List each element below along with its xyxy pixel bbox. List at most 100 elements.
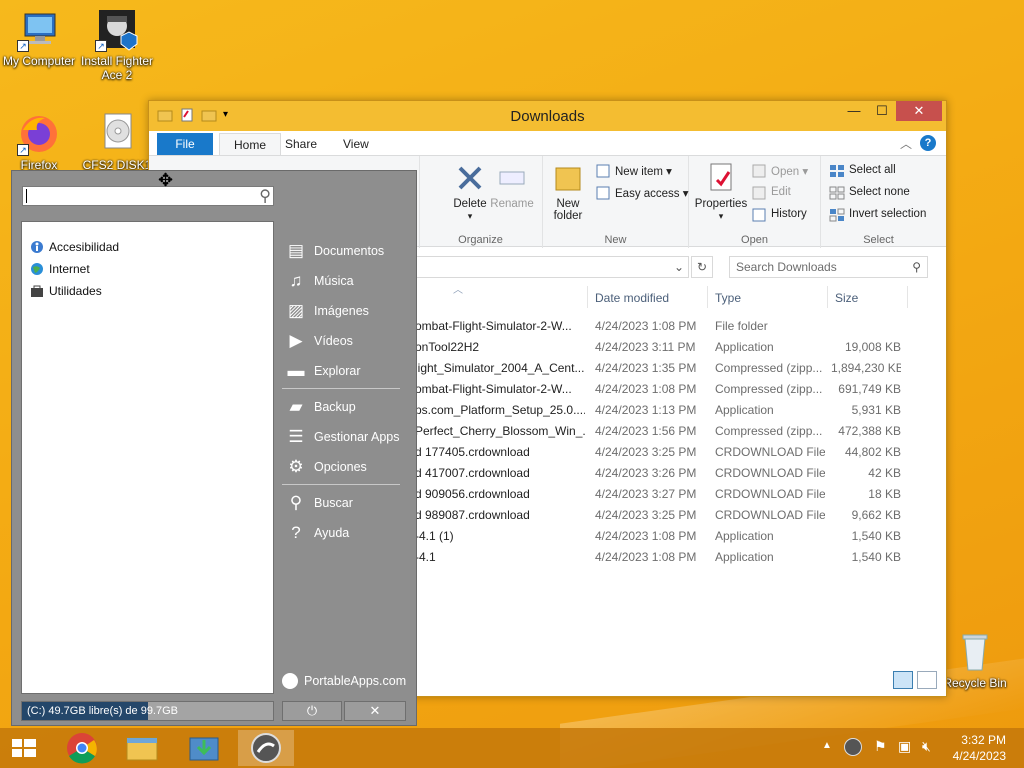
- edit-button[interactable]: Edit: [751, 186, 791, 200]
- taskbar-portableapps[interactable]: [238, 730, 294, 766]
- new-item-button[interactable]: New item ▾: [595, 164, 672, 178]
- chrome-icon: [67, 733, 97, 764]
- large-icons-view-button[interactable]: [917, 671, 937, 689]
- close-menu-button[interactable]: ✕: [344, 701, 406, 721]
- desktop-icon-recycle-bin[interactable]: Recycle Bin: [936, 630, 1014, 690]
- refresh-button[interactable]: ↻: [691, 256, 713, 278]
- refresh-icon: ↻: [696, 260, 708, 274]
- file-type: CRDOWNLOAD File: [715, 508, 825, 522]
- menu-divider: [282, 388, 400, 389]
- pa-search-input[interactable]: ⚲: [22, 186, 274, 206]
- search-icon[interactable]: ⚲: [259, 186, 271, 206]
- open-icon: [751, 164, 767, 178]
- file-row[interactable]: d 417007.crdownload 4/24/2023 3:26 PM CRDO…: [411, 463, 911, 484]
- pa-link-backup[interactable]: ▰ Backup: [284, 396, 356, 418]
- pa-link-search[interactable]: ⚲ Buscar: [284, 492, 353, 514]
- details-view-button[interactable]: [893, 671, 913, 689]
- maximize-button[interactable]: ☐: [868, 101, 896, 121]
- folder-icon: [552, 162, 584, 194]
- column-date-modified[interactable]: Date modified: [595, 288, 669, 308]
- portableapps-icon: [251, 733, 281, 763]
- taskbar-file-explorer[interactable]: [114, 730, 170, 766]
- file-name: d 989087.crdownload: [415, 508, 530, 522]
- pa-link-help[interactable]: ? Ayuda: [284, 522, 349, 544]
- file-row[interactable]: d 989087.crdownload 4/24/2023 3:25 PM CRDO…: [411, 505, 911, 526]
- power-button[interactable]: ⏻: [282, 701, 342, 721]
- minimize-button[interactable]: —: [840, 101, 868, 121]
- videos-icon: ▶: [289, 331, 303, 350]
- rename-button[interactable]: Rename: [487, 162, 537, 210]
- desktop-icon-cfs2-disk[interactable]: CFS2 DISK1: [78, 112, 156, 172]
- group-label-open: Open: [741, 234, 768, 246]
- file-size: 472,388 KB: [838, 424, 901, 438]
- file-row[interactable]: onTool22H2 4/24/2023 3:11 PM Application 19…: [411, 337, 911, 358]
- file-row[interactable]: -4.1 (1) 4/24/2023 1:08 PM Application 1,54…: [411, 526, 911, 547]
- pa-link-videos[interactable]: ▶ Vídeos: [284, 330, 352, 352]
- file-row[interactable]: -4.1 4/24/2023 1:08 PM Application 1,540 KB: [411, 547, 911, 568]
- pa-link-manage-apps[interactable]: ☰ Gestionar Apps: [284, 426, 399, 448]
- chevron-down-icon[interactable]: ⌄: [674, 257, 684, 277]
- select-none-icon: [829, 186, 845, 200]
- category-utilidades[interactable]: Utilidades: [30, 281, 102, 301]
- close-button[interactable]: ✕: [896, 101, 942, 121]
- flag-icon[interactable]: ⚑: [874, 738, 887, 755]
- taskbar-app[interactable]: [176, 730, 232, 766]
- collapse-ribbon-icon[interactable]: ︿: [900, 135, 912, 152]
- file-type: File folder: [715, 319, 768, 333]
- select-none-button[interactable]: Select none: [829, 186, 910, 200]
- desktop-icon-install-fighter-ace[interactable]: ↗ Install Fighter Ace 2: [78, 8, 156, 82]
- properties-button[interactable]: Properties ▾: [693, 162, 749, 222]
- open-button[interactable]: Open ▾: [751, 164, 808, 178]
- pa-link-label: Backup: [314, 400, 356, 414]
- tab-share[interactable]: Share: [271, 133, 331, 155]
- desktop-icon-firefox[interactable]: ↗ Firefox: [0, 112, 78, 172]
- file-date: 4/24/2023 1:08 PM: [595, 382, 697, 396]
- invert-selection-button[interactable]: Invert selection: [829, 208, 926, 222]
- new-folder-button[interactable]: New folder: [543, 162, 593, 222]
- tab-file[interactable]: File: [157, 133, 213, 155]
- documents-icon: ▤: [287, 241, 305, 260]
- pa-link-pictures[interactable]: ▨ Imágenes: [284, 300, 369, 322]
- accessibility-icon: [30, 240, 44, 254]
- start-button[interactable]: [0, 730, 48, 766]
- pa-link-explore[interactable]: ▬ Explorar: [284, 360, 361, 382]
- select-all-button[interactable]: Select all: [829, 164, 896, 177]
- show-hidden-icons-icon[interactable]: ▲: [822, 740, 832, 751]
- file-date: 4/24/2023 3:25 PM: [595, 445, 697, 459]
- easy-access-icon: [595, 186, 611, 200]
- network-icon[interactable]: ▣: [898, 738, 911, 755]
- taskbar-chrome[interactable]: [54, 730, 110, 766]
- edit-icon: [751, 186, 767, 200]
- history-button[interactable]: History: [751, 208, 807, 222]
- disc-icon: [95, 112, 139, 156]
- easy-access-button[interactable]: Easy access ▾: [595, 186, 689, 200]
- tab-view[interactable]: View: [329, 133, 383, 155]
- title-bar[interactable]: ▾ Downloads — ☐ ✕: [149, 101, 946, 131]
- file-row[interactable]: ombat-Flight-Simulator-2-W... 4/24/2023 1…: [411, 379, 911, 400]
- category-internet[interactable]: Internet: [30, 259, 90, 279]
- file-date: 4/24/2023 1:08 PM: [595, 550, 697, 564]
- manage-apps-icon: ☰: [288, 427, 304, 446]
- file-row[interactable]: light_Simulator_2004_A_Cent... 4/24/2023 …: [411, 358, 911, 379]
- desktop-icon-my-computer[interactable]: ↗ My Computer: [0, 8, 78, 68]
- address-bar[interactable]: ds⌄: [399, 256, 689, 278]
- volume-muted-icon[interactable]: 🔇︎: [922, 738, 931, 755]
- file-row[interactable]: Perfect_Cherry_Blossom_Win_... 4/24/2023 …: [411, 421, 911, 442]
- pa-link-documents[interactable]: ▤ Documentos: [284, 240, 384, 262]
- help-icon[interactable]: ?: [920, 135, 936, 151]
- column-type[interactable]: Type: [715, 288, 741, 308]
- search-box[interactable]: Search Downloads ⚲: [729, 256, 928, 278]
- portableapps-tray-icon[interactable]: [844, 738, 862, 756]
- column-size[interactable]: Size: [835, 288, 858, 308]
- clock[interactable]: 3:32 PM 4/24/2023: [936, 732, 1006, 764]
- category-accesibilidad[interactable]: Accesibilidad: [30, 237, 119, 257]
- file-row[interactable]: d 177405.crdownload 4/24/2023 3:25 PM CRDO…: [411, 442, 911, 463]
- file-row[interactable]: d 909056.crdownload 4/24/2023 3:27 PM CRDO…: [411, 484, 911, 505]
- portableapps-brand[interactable]: PortableApps.com: [282, 671, 406, 691]
- pa-link-options[interactable]: ⚙ Opciones: [284, 456, 366, 478]
- file-date: 4/24/2023 1:08 PM: [595, 319, 697, 333]
- pa-link-music[interactable]: ♫ Música: [284, 270, 354, 292]
- file-size: 1,894,230 KB: [831, 361, 901, 375]
- file-row[interactable]: ps.com_Platform_Setup_25.0.... 4/24/2023 …: [411, 400, 911, 421]
- file-row[interactable]: ombat-Flight-Simulator-2-W... 4/24/2023 1…: [411, 316, 911, 337]
